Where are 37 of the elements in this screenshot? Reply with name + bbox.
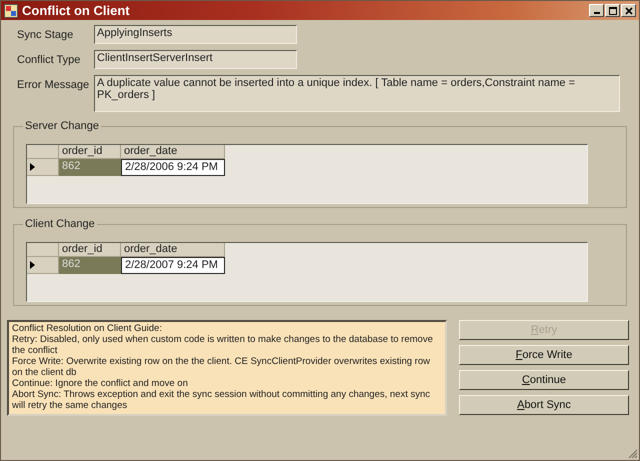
field-label: Error Message [16, 78, 90, 91]
guide-line: Retry: Disabled, only used when custom code is written to make changes to the database to remove the conflict [12, 334, 434, 356]
field-label: Conflict Type [16, 53, 82, 66]
current-row-icon [30, 261, 35, 269]
minimize-button[interactable] [589, 4, 604, 17]
group-title: Client Change [24, 218, 96, 230]
action-button[interactable]: Force Write [459, 345, 629, 365]
close-icon [624, 6, 632, 14]
table-cell[interactable]: 2/28/2006 9:24 PM [121, 159, 225, 176]
current-row-icon [30, 163, 35, 171]
text-field[interactable]: ClientInsertServerInsert [94, 50, 297, 69]
app-icon [4, 4, 18, 18]
header-corner [27, 243, 59, 257]
maximize-button[interactable] [605, 4, 620, 17]
window-title: Conflict on Client [22, 3, 130, 18]
close-button[interactable] [621, 4, 636, 17]
message-field[interactable]: A duplicate value cannot be inserted into a unique index. [ Table name = orders,Constraint name = PK_orders ] [94, 75, 620, 112]
column-header[interactable]: order_date [121, 243, 225, 257]
minimize-icon [594, 12, 600, 14]
row-header[interactable] [27, 159, 59, 176]
text-field[interactable]: ApplyingInserts [94, 25, 297, 44]
group-title: Server Change [24, 120, 100, 132]
header-corner [27, 145, 59, 159]
column-header[interactable]: order_id [59, 243, 121, 257]
resize-grip-icon[interactable] [628, 449, 638, 459]
guide-line: Abort Sync: Throws exception and exit the sync session without committing any changes, next sync will retry the same changes [12, 389, 432, 411]
guide-line: Continue: Ignore the conflict and move on [12, 378, 189, 389]
column-header[interactable]: order_date [121, 145, 225, 159]
row-header[interactable] [27, 257, 59, 274]
maximize-icon [608, 6, 616, 14]
guide-line: Conflict Resolution on Client Guide: [12, 323, 163, 334]
field-label: Sync Stage [16, 28, 74, 41]
guide-line: Force Write: Overwrite existing row on the the client. CE SyncClientProvider overwrites existing row on the client db [12, 356, 431, 378]
table-cell[interactable]: 2/28/2007 9:24 PM [121, 257, 225, 274]
action-button[interactable]: Continue [459, 370, 629, 390]
column-header[interactable]: order_id [59, 145, 121, 159]
action-button[interactable]: Abort Sync [459, 395, 629, 415]
